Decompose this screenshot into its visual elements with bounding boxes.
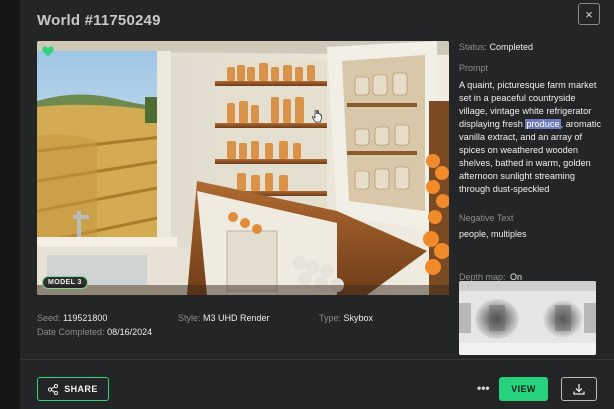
type-row: Type: Skybox [319,313,373,323]
depth-map-image[interactable] [459,281,596,355]
prompt-selected-word: produce [525,119,561,129]
share-button[interactable]: SHARE [37,377,109,401]
hand-cursor-icon [311,110,322,123]
seed-label: Seed: [37,313,61,323]
style-value: M3 UHD Render [203,313,270,323]
depth-map-illustration [459,281,596,355]
prompt-label: Prompt [459,63,489,73]
negative-text-label: Negative Text [459,213,514,223]
status-row: Status: Completed [459,42,533,52]
status-value: Completed [489,42,534,52]
view-button[interactable]: VIEW [499,377,548,401]
share-label: SHARE [64,384,98,394]
seed-row: Seed: 119521800 [37,313,107,323]
share-icon [48,383,59,395]
model-badge: MODEL 3 [42,276,88,289]
preview-illustration [37,41,449,295]
style-row: Style: M3 UHD Render [178,313,270,323]
type-label: Type: [319,313,342,323]
modal-backdrop [0,0,20,409]
negative-text-value: people, multiples [459,229,527,239]
date-row: Date Completed: 08/16/2024 [37,327,152,337]
more-options-button[interactable]: ••• [477,381,490,395]
status-label: Status: [459,42,488,52]
world-detail-modal: World #11750249 × MODEL 3 Status: Comple… [20,0,614,409]
heart-icon[interactable] [42,46,54,57]
style-label: Style: [178,313,201,323]
download-button[interactable] [561,377,597,401]
close-icon: × [585,6,593,22]
close-button[interactable]: × [578,3,600,25]
date-value: 08/16/2024 [107,327,153,337]
date-label: Date Completed: [37,327,105,337]
prompt-text-end: , aromatic vanilla extract, and an array… [459,119,601,194]
world-preview-image[interactable]: MODEL 3 [37,41,449,295]
footer-divider [20,359,614,360]
download-icon [573,384,585,395]
seed-value: 119521800 [63,313,108,323]
prompt-text[interactable]: A quaint, picturesque farm market set in… [459,79,601,203]
type-value: Skybox [343,313,374,323]
modal-title: World #11750249 [37,12,161,29]
